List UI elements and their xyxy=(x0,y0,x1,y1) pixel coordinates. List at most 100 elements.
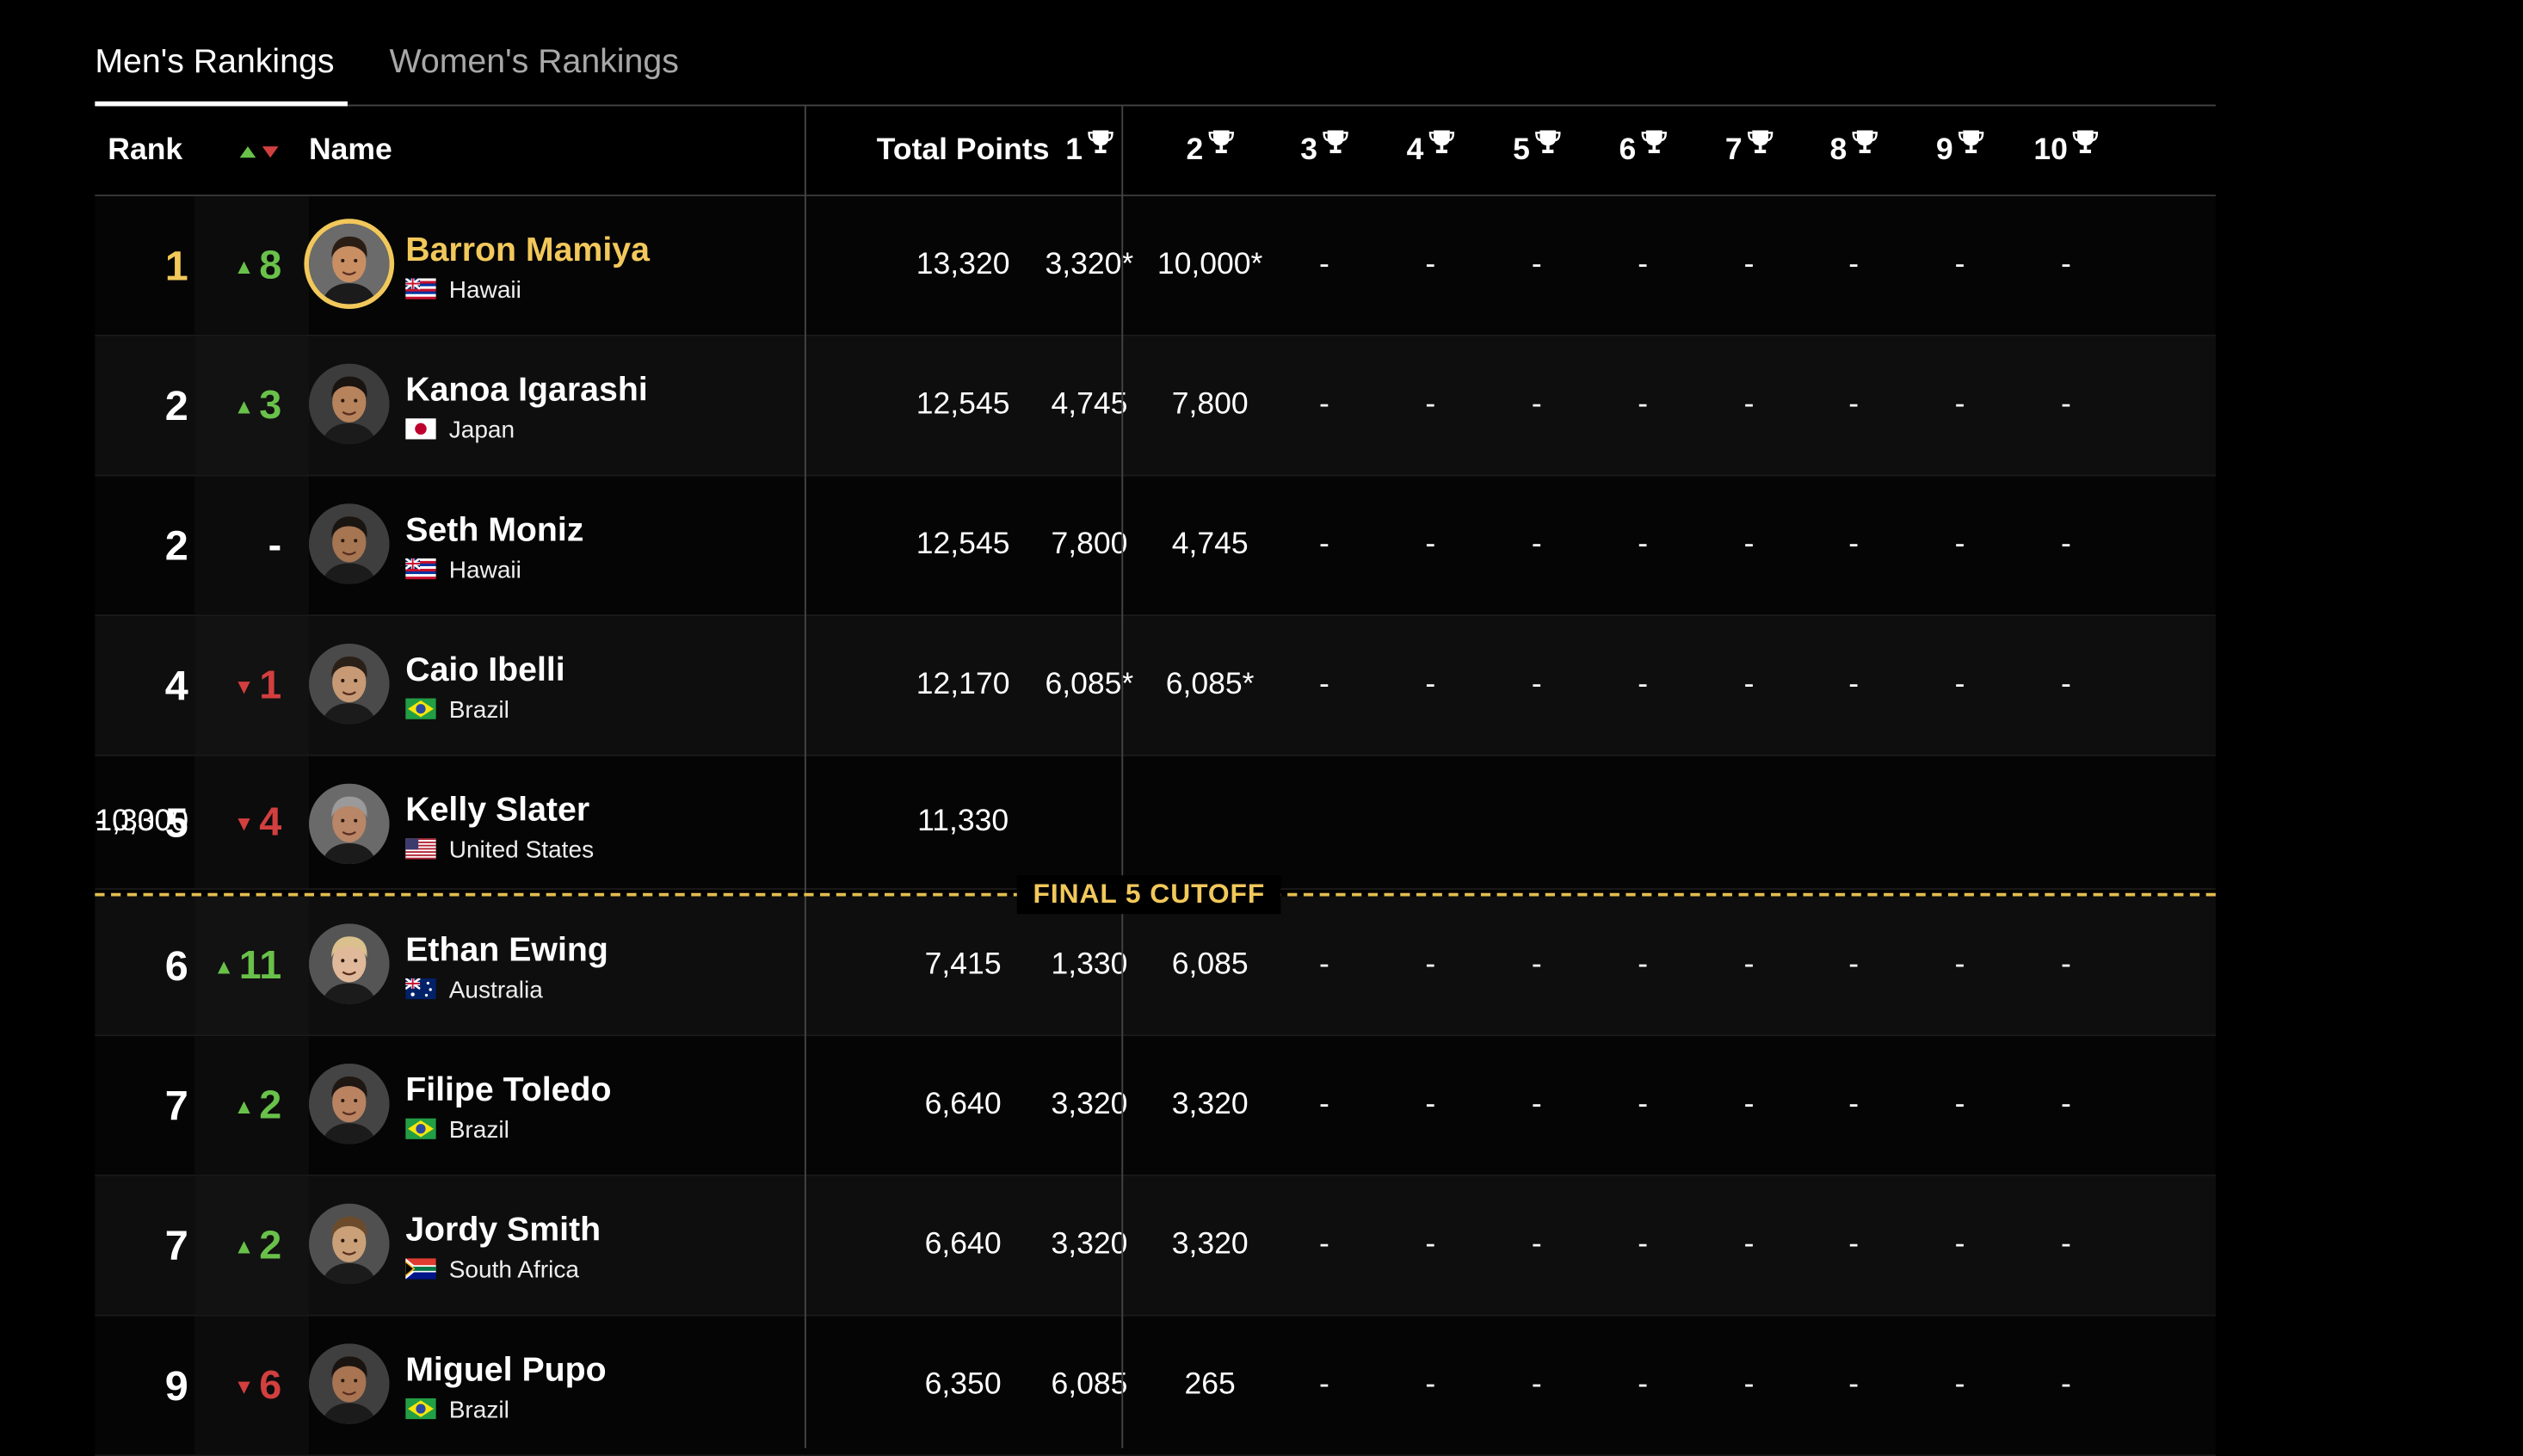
event-result: 6,085 xyxy=(1171,947,1249,982)
trophy-icon xyxy=(1534,102,1561,193)
country-name: Japan xyxy=(448,416,515,445)
rank-movement: - xyxy=(194,476,282,614)
rank-value: 7 xyxy=(164,1221,188,1270)
event-result: - xyxy=(2061,947,2071,982)
surfer-country: Hawaii xyxy=(405,557,521,584)
event-result: 6,085* xyxy=(1165,668,1255,702)
rank-movement: ▼ 6 xyxy=(233,1362,282,1409)
avatar[interactable] xyxy=(309,643,390,725)
event-result: 265 xyxy=(1184,1367,1236,1402)
avatar[interactable] xyxy=(309,363,390,445)
event-column-header-9[interactable]: 9 xyxy=(1907,106,2013,194)
avatar[interactable] xyxy=(309,1203,390,1285)
event-column-header-6[interactable]: 6 xyxy=(1589,106,1695,194)
event-result: 3,320 xyxy=(1051,1227,1128,1262)
event-column-header-8[interactable]: 8 xyxy=(1800,106,1906,194)
event-column-header-2[interactable]: 2 xyxy=(1157,106,1262,194)
rankings-page: Men's Rankings Women's Rankings Rank Nam… xyxy=(0,0,2523,1456)
surfer-name[interactable]: Kanoa Igarashi xyxy=(405,372,648,410)
trophy-icon xyxy=(1428,102,1454,193)
surfer-name[interactable]: Seth Moniz xyxy=(405,512,583,551)
event-number: 2 xyxy=(1186,133,1204,168)
surfer-name[interactable]: Caio Ibelli xyxy=(405,651,564,690)
event-result: 1,330 xyxy=(95,804,172,839)
rank-value: 1 xyxy=(164,241,188,290)
event-column-header-5[interactable]: 5 xyxy=(1484,106,1589,194)
table-row[interactable]: 1 ▲ 8 Barron Mamiya Hawaii 13,320 3,320* 10… xyxy=(95,196,2216,336)
table-row[interactable]: 7 ▲ 2 Jordy Smith South Africa 6,640 3,320… xyxy=(95,1175,2216,1317)
rank-movement: ▲ 2 xyxy=(233,1083,282,1128)
rank-value: 9 xyxy=(164,1360,188,1410)
trophy-icon xyxy=(1641,102,1667,193)
table-row[interactable]: 2 - Seth Moniz Hawaii 12,545 7,800 4,745- -… xyxy=(95,476,2216,617)
event-number: 4 xyxy=(1406,133,1424,168)
trophy-icon xyxy=(1852,102,1878,193)
trophy-icon xyxy=(1208,102,1234,193)
country-name: Brazil xyxy=(448,1397,509,1424)
tab-womens-rankings[interactable]: Women's Rankings xyxy=(390,43,679,82)
south-africa-flag-icon xyxy=(405,1258,436,1280)
surfer-country: Hawaii xyxy=(405,277,521,304)
event-column-header-1[interactable]: 1 xyxy=(1036,106,1142,194)
trophy-icon xyxy=(1322,102,1348,193)
japan-flag-icon xyxy=(405,418,436,440)
avatar[interactable] xyxy=(309,1064,390,1144)
event-column-header-3[interactable]: 3 xyxy=(1271,106,1377,194)
event-number: 9 xyxy=(1935,133,1953,168)
movement-value: 2 xyxy=(259,1223,282,1268)
event-number: 5 xyxy=(1513,133,1530,168)
rank-movement: ▲ 3 xyxy=(233,383,282,429)
surfer-name[interactable]: Jordy Smith xyxy=(405,1212,601,1250)
event-column-header-10[interactable]: 10 xyxy=(2013,106,2119,194)
event-result: - xyxy=(2061,1367,2071,1402)
rank-movement: ▼ 1 xyxy=(233,663,282,708)
avatar[interactable] xyxy=(309,783,390,865)
event-result: - xyxy=(2061,527,2071,562)
avatar[interactable] xyxy=(309,1343,390,1424)
event-result: - xyxy=(2061,668,2071,702)
event-result: 7,800 xyxy=(1051,527,1128,562)
table-header: Rank Name Total Points 1 2 3 4 5 6 7 8 9… xyxy=(95,106,2216,197)
event-result: 3,320* xyxy=(1045,247,1134,282)
avatar[interactable] xyxy=(309,503,390,584)
movement-value: 8 xyxy=(259,243,282,288)
rank-value: 4 xyxy=(164,661,188,710)
hawaii-flag-icon xyxy=(405,278,436,299)
table-row[interactable]: 9 ▼ 6 Miguel Pupo Brazil 6,350 6,085 265- - -… xyxy=(95,1316,2216,1456)
country-name: South Africa xyxy=(448,1256,579,1285)
surfer-country: Brazil xyxy=(405,1397,509,1424)
usa-flag-icon xyxy=(405,838,436,860)
surfer-country: Brazil xyxy=(405,697,509,724)
event-result: 10,000* xyxy=(1157,247,1263,282)
avatar[interactable] xyxy=(309,923,390,1004)
table-row[interactable]: 4 ▼ 1 Caio Ibelli Brazil 12,170 6,085* 6,08… xyxy=(95,616,2216,756)
surfer-country: United States xyxy=(405,836,594,864)
event-result: 7,800 xyxy=(1171,387,1249,422)
brazil-flag-icon xyxy=(405,698,436,719)
event-number: 10 xyxy=(2033,133,2068,168)
avatar[interactable] xyxy=(309,223,390,305)
surfer-name[interactable]: Filipe Toledo xyxy=(405,1071,611,1110)
surfer-name[interactable]: Miguel Pupo xyxy=(405,1352,606,1391)
rankings-tabs: Men's Rankings Women's Rankings xyxy=(95,0,2216,107)
sort-arrows-icon xyxy=(239,146,279,158)
name-column-header[interactable]: Name xyxy=(309,106,392,194)
table-row[interactable]: 6 ▲ 11 Ethan Ewing Australia 7,415 1,330 6,… xyxy=(95,896,2216,1037)
table-row[interactable]: 5 ▼ 4 Kelly Slater United States 11,330 10… xyxy=(95,756,2216,891)
rank-column-header[interactable]: Rank xyxy=(108,106,182,194)
movement-column-header[interactable] xyxy=(239,106,279,194)
event-result: 1,330 xyxy=(1051,947,1128,982)
country-name: Australia xyxy=(448,977,543,1004)
surfer-name[interactable]: Barron Mamiya xyxy=(405,231,650,270)
event-result: 3,320 xyxy=(1051,1088,1128,1122)
surfer-name[interactable]: Kelly Slater xyxy=(405,792,589,830)
table-row[interactable]: 2 ▲ 3 Kanoa Igarashi Japan 12,545 4,745 7,8… xyxy=(95,336,2216,477)
movement-value: 3 xyxy=(259,383,282,429)
rank-movement: ▼ 4 xyxy=(233,799,282,845)
tab-mens-rankings[interactable]: Men's Rankings xyxy=(95,43,334,82)
event-result: - xyxy=(2061,387,2071,422)
table-row[interactable]: 7 ▲ 2 Filipe Toledo Brazil 6,640 3,320 3,32… xyxy=(95,1036,2216,1176)
event-column-header-4[interactable]: 4 xyxy=(1378,106,1484,194)
event-column-header-7[interactable]: 7 xyxy=(1696,106,1802,194)
surfer-name[interactable]: Ethan Ewing xyxy=(405,932,608,971)
